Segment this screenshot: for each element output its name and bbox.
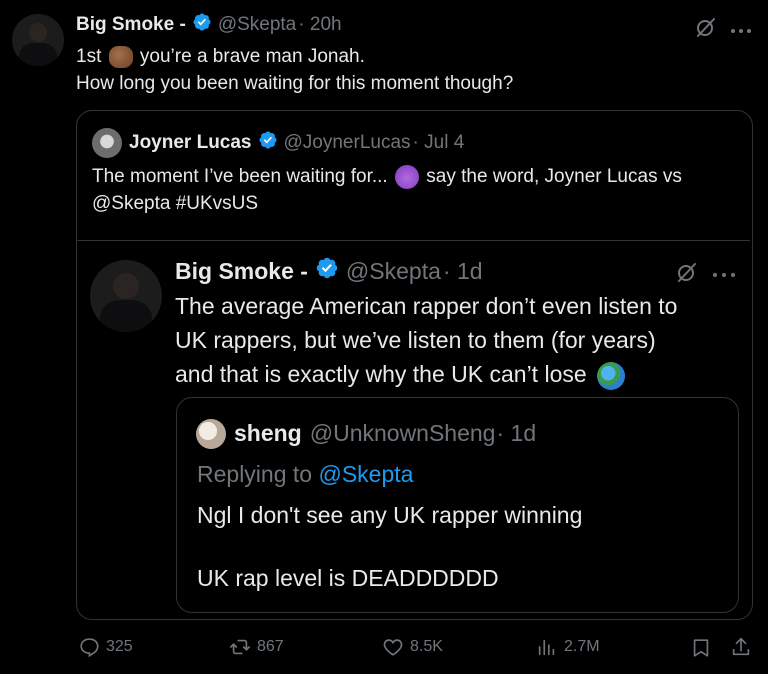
quote-author-name: Joyner Lucas <box>129 132 252 153</box>
more-icon[interactable] <box>730 22 752 33</box>
tweet-time[interactable]: · 20h <box>298 14 341 36</box>
smiling-devil-emoji-icon <box>395 164 419 189</box>
like-count: 8.5K <box>410 638 443 655</box>
globe-emoji-icon <box>597 361 626 390</box>
inner-time: · 1d <box>442 257 483 284</box>
like-button[interactable]: 8.5K <box>382 636 443 658</box>
tweet-text-prefix: 1st <box>76 46 102 67</box>
inner-author-handle: @Skepta <box>345 257 441 284</box>
inner-text-line3: and that is exactly why the UK can’t los… <box>175 361 587 387</box>
replying-to-label: Replying to <box>197 461 313 487</box>
inner-text: The average American rapper don’t even l… <box>175 289 677 391</box>
quote-text-line2: @Skepta #UKvsUS <box>92 193 259 214</box>
author-avatar[interactable] <box>12 14 64 66</box>
reply-header: sheng @UnknownSheng · 1d <box>234 418 536 448</box>
replying-to: Replying to @Skepta <box>197 459 413 489</box>
quote-divider <box>77 240 750 241</box>
verified-badge-icon <box>258 130 278 156</box>
reply-author-avatar <box>196 419 226 449</box>
quote-time: · Jul 4 <box>412 132 465 153</box>
tweet-text-line1: you’re a brave man Jonah. <box>139 46 365 67</box>
quote-text-line1-end: say the word, Joyner Lucas vs <box>426 166 682 187</box>
reply-button[interactable]: 325 <box>78 636 133 658</box>
inner-author-avatar <box>90 260 162 332</box>
reply-author-name: sheng <box>234 419 302 446</box>
views-count: 2.7M <box>564 638 600 655</box>
repost-count: 867 <box>257 638 284 655</box>
more-icon <box>712 266 736 277</box>
reply-text-line1: Ngl I don't see any UK rapper winning <box>197 502 583 528</box>
repost-icon <box>230 639 250 655</box>
reply-text-line2: UK rap level is DEADDDDDD <box>197 565 499 591</box>
grok-icon <box>675 260 699 284</box>
bookmark-icon[interactable] <box>690 637 712 659</box>
quote-text-line1-start: The moment I’ve been waiting for... <box>92 166 388 187</box>
share-icon[interactable] <box>730 636 752 658</box>
inner-text-line2: UK rappers, but we’ve listen to them (fo… <box>175 327 656 353</box>
replying-to-handle: @Skepta <box>318 461 414 487</box>
author-name[interactable]: Big Smoke - <box>76 14 186 36</box>
views-icon <box>538 639 555 656</box>
quote-text: The moment I’ve been waiting for... say … <box>92 163 682 217</box>
author-handle[interactable]: @Skepta <box>218 14 296 36</box>
heart-icon <box>383 639 403 656</box>
tweet-text-line2: How long you been waiting for this momen… <box>76 73 514 94</box>
verified-badge-icon <box>192 12 212 38</box>
inner-text-line1: The average American rapper don’t even l… <box>175 293 678 319</box>
reply-count: 325 <box>106 638 133 655</box>
quote-author-handle: @JoynerLucas <box>283 132 411 153</box>
views-button[interactable]: 2.7M <box>536 636 600 658</box>
tweet-text: 1st you’re a brave man Jonah. How long y… <box>76 43 513 97</box>
reply-time: · 1d <box>496 419 537 446</box>
reply-author-handle: @UnknownSheng <box>309 419 496 446</box>
quote-header: Joyner Lucas @JoynerLucas · Jul 4 <box>129 130 464 156</box>
quote-author-avatar <box>92 128 122 158</box>
tweet-header: Big Smoke - @Skepta · 20h <box>76 12 342 38</box>
repost-button[interactable]: 867 <box>229 636 284 658</box>
inner-header: Big Smoke - @Skepta · 1d <box>175 256 483 286</box>
reply-icon <box>80 638 99 658</box>
clapping-hands-emoji-icon <box>108 45 133 68</box>
grok-icon[interactable] <box>694 15 718 39</box>
verified-badge-icon <box>315 256 339 286</box>
inner-author-name: Big Smoke - <box>175 257 308 284</box>
